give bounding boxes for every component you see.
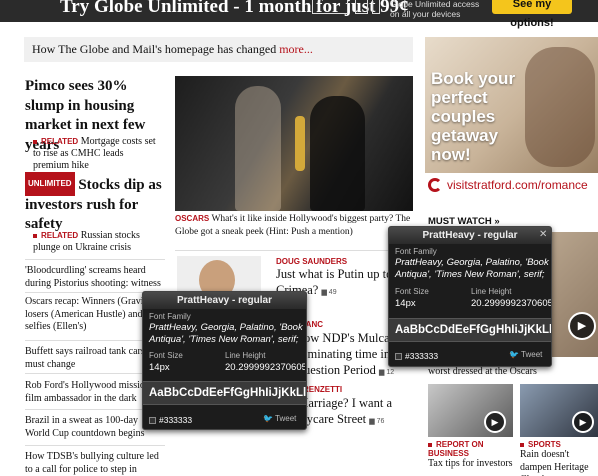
list-item[interactable]: How TDSB's bullying culture led to a cal… — [25, 451, 165, 476]
monitor-icon — [312, 0, 348, 14]
font-family-label: Font Family — [149, 312, 191, 321]
person-silhouette — [310, 96, 365, 211]
line-height-value: 20.299999237060547px — [225, 362, 305, 373]
color-swatch: #333333 — [395, 350, 438, 362]
color-swatch: #333333 — [149, 414, 192, 426]
ad-url: visitstratford.com/romance — [447, 178, 588, 192]
comment-count: ▆ 12 — [379, 369, 395, 376]
related-label: RELATED — [41, 137, 79, 146]
oscar-statuette-icon — [295, 116, 305, 171]
sports-item[interactable]: SPORTS Rain doesn't dampen Heritage Clas… — [520, 440, 598, 476]
phone-icon — [372, 0, 380, 14]
ad-footer: visitstratford.com/romance — [425, 173, 598, 198]
oscars-photo[interactable] — [175, 76, 413, 211]
divider — [25, 445, 165, 446]
related-link[interactable]: RELATED Russian stocks plunge on Ukraine… — [33, 230, 163, 254]
headline-renzetti[interactable]: 'Marriage? I want a daycare Street ▆ 76 — [295, 395, 413, 430]
video-thumb-sports[interactable]: ▶ — [520, 384, 598, 437]
font-size-label: Font Size — [149, 351, 183, 360]
headline-stocks[interactable]: UNLIMITED Stocks dip as investors rush f… — [25, 172, 165, 235]
checkbox-icon — [149, 417, 156, 424]
notice-more-link[interactable]: more... — [279, 42, 313, 56]
photo-caption-text: What's it like inside Hollywood's bigges… — [175, 214, 411, 237]
tooltip-title: PrattHeavy - regular — [389, 227, 551, 244]
play-icon[interactable]: ▶ — [484, 411, 506, 433]
bullet-icon — [428, 442, 432, 447]
font-family-value: PrattHeavy, Georgia, Palatino, 'Book Ant… — [395, 257, 549, 280]
see-options-button[interactable]: See my options! — [492, 0, 572, 29]
item-headline: Rain doesn't dampen Heritage Classic — [520, 449, 589, 476]
font-size-label: Font Size — [395, 287, 429, 296]
line-height-label: Line Height — [225, 351, 266, 360]
line-height-label: Line Height — [471, 287, 512, 296]
photo-kicker: OSCARS — [175, 214, 210, 223]
related-label: RELATED — [41, 231, 79, 240]
bird-icon: 🐦 — [509, 350, 519, 359]
play-icon[interactable]: ▶ — [572, 411, 594, 433]
font-sample: AaBbCcDdEeFfGgHhIiJjKkLl — [389, 318, 551, 342]
video-thumb-business[interactable]: ▶ — [428, 384, 513, 437]
bullet-icon — [33, 233, 37, 238]
unlimited-badge: UNLIMITED — [25, 172, 75, 196]
bird-icon: 🐦 — [263, 414, 273, 423]
bullet-icon — [33, 139, 37, 144]
tweet-button[interactable]: 🐦 Tweet — [509, 350, 542, 359]
play-icon[interactable]: ▶ — [568, 312, 596, 340]
tweet-button[interactable]: 🐦 Tweet — [263, 414, 296, 423]
font-family-value: PrattHeavy, Georgia, Palatino, 'Book Ant… — [149, 322, 303, 345]
comment-count: ▆ 76 — [369, 418, 385, 425]
stratford-logo-icon — [428, 178, 442, 192]
promo-banner[interactable]: Try Globe Unlimited - 1 month for just 9… — [0, 0, 598, 29]
couple-photo — [525, 47, 595, 167]
divider — [25, 259, 165, 260]
font-inspector-tooltip: PrattHeavy - regular Font Family PrattHe… — [142, 291, 307, 430]
close-icon[interactable]: ✕ — [539, 229, 547, 240]
font-size-value: 14px — [395, 298, 416, 309]
must-watch-caption[interactable]: worst dressed at the Oscars — [428, 366, 537, 377]
checkbox-icon — [395, 353, 402, 360]
divider — [175, 250, 413, 251]
bullet-icon — [520, 442, 524, 447]
item-headline: Tax tips for investors — [428, 458, 513, 469]
stratford-ad[interactable]: Book your perfect couples getaway now! v… — [425, 37, 598, 198]
person-silhouette — [235, 86, 281, 211]
business-item[interactable]: REPORT ON BUSINESS Tax tips for investor… — [428, 440, 516, 471]
font-sample: AaBbCcDdEeFfGgHhIiJjKkLl — [143, 381, 306, 405]
font-inspector-tooltip: PrattHeavy - regular ✕ Font Family Pratt… — [388, 226, 552, 367]
notice-text: How The Globe and Mail's homepage has ch… — [32, 42, 277, 56]
story-kicker: DOUG SAUNDERS — [276, 257, 348, 266]
related-link[interactable]: RELATED Mortgage costs set to rise as CM… — [33, 136, 161, 172]
photo-caption[interactable]: OSCARS What's it like inside Hollywood's… — [175, 213, 413, 238]
ad-headline: Book your perfect couples getaway now! — [431, 69, 516, 164]
tooltip-title: PrattHeavy - regular — [143, 292, 306, 309]
comment-count: ▆ 49 — [321, 289, 337, 296]
font-size-value: 14px — [149, 362, 170, 373]
tablet-icon — [355, 0, 368, 14]
homepage-notice: How The Globe and Mail's homepage has ch… — [24, 37, 413, 62]
line-height-value: 20.299999237060547px — [471, 298, 551, 309]
list-item[interactable]: 'Bloodcurdling' screams heard during Pis… — [25, 265, 165, 290]
font-family-label: Font Family — [395, 247, 437, 256]
promo-subtext: Globe Unlimited access on all your devic… — [390, 0, 480, 19]
